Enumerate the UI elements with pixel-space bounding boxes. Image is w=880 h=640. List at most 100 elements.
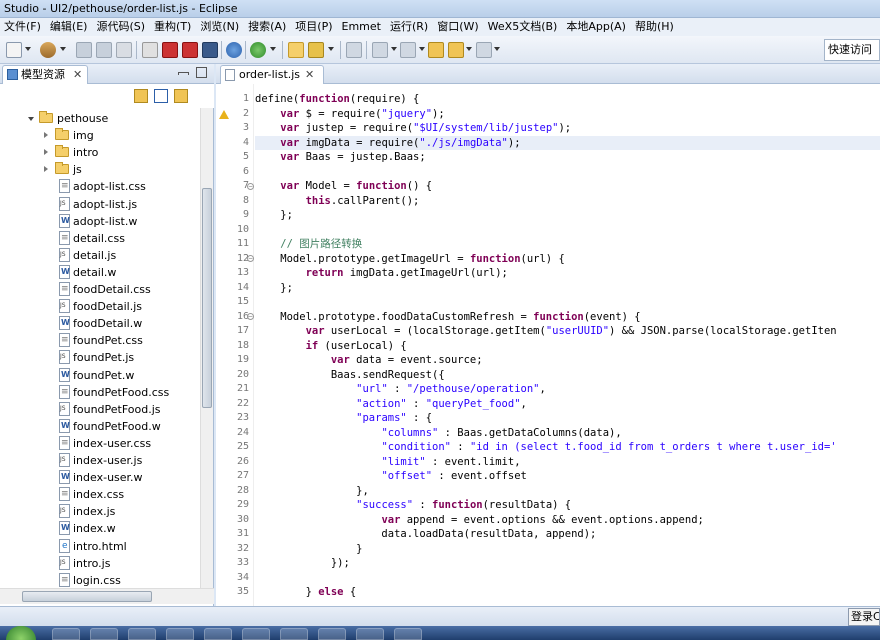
taskbar-app-icon[interactable] [280,628,308,640]
tree-file-item[interactable]: foundPetFood.w [0,418,200,435]
tree-file-item[interactable]: foundPetFood.js [0,401,200,418]
tree-file-item[interactable]: index-user.js [0,452,200,469]
tree-file-item[interactable]: intro.js [0,555,200,572]
back-icon[interactable] [448,42,464,58]
tree-file-item[interactable]: detail.w [0,264,200,281]
taskbar-app-icon[interactable] [204,628,232,640]
tree-folder-item[interactable]: pethouse [0,110,200,127]
run-dropdown-arrow[interactable] [270,47,276,51]
maximize-icon[interactable] [196,67,207,78]
expand-closed-icon[interactable] [44,132,48,139]
sync-icon[interactable] [134,89,148,103]
last-edit-icon[interactable] [428,42,444,58]
close-icon[interactable]: ✕ [73,66,82,83]
tree-file-item[interactable]: adopt-list.css [0,178,200,195]
tree-vertical-scroll-thumb[interactable] [202,188,212,408]
menu-item[interactable]: 编辑(E) [46,18,93,36]
code-area[interactable]: define(function(require) { var $ = requi… [255,84,880,606]
next-annotation-icon[interactable] [372,42,388,58]
link-editor-icon[interactable] [174,89,188,103]
run-icon[interactable] [250,42,266,58]
tab-model-resource[interactable]: 模型资源 ✕ [2,65,88,84]
tree-file-item[interactable]: foundPetFood.css [0,384,200,401]
tree-horizontal-scroll-thumb[interactable] [22,591,152,602]
collapse-all-icon[interactable] [154,89,168,103]
menu-item[interactable]: 浏览(N) [196,18,244,36]
tree-file-item[interactable]: login.css [0,572,200,588]
taskbar-app-icon[interactable] [356,628,384,640]
edit-icon[interactable] [142,42,158,58]
close-icon[interactable]: ✕ [305,66,314,83]
wand-icon[interactable] [308,42,324,58]
tree-file-item[interactable]: foodDetail.w [0,315,200,332]
next-annotation-dropdown-arrow[interactable] [391,47,397,51]
debug-icon[interactable] [226,42,242,58]
taskbar-app-icon[interactable] [166,628,194,640]
fold-toggle-icon[interactable]: − [247,313,254,320]
forward-dropdown-arrow[interactable] [494,47,500,51]
forward-icon[interactable] [476,42,492,58]
tree-file-item[interactable]: adopt-list.js [0,196,200,213]
save-icon[interactable] [76,42,92,58]
login-button[interactable]: 登录C [848,608,880,626]
save-all-icon[interactable] [96,42,112,58]
menu-item[interactable]: 重构(T) [150,18,196,36]
tree-vertical-scrollbar[interactable] [200,108,213,588]
tree-file-item[interactable]: detail.js [0,247,200,264]
tree-file-item[interactable]: index.js [0,503,200,520]
wand-dropdown-arrow[interactable] [328,47,334,51]
quick-access-field[interactable]: 快速访问 [824,39,880,61]
menu-item[interactable]: Emmet [338,18,386,36]
taskbar-app-icon[interactable] [242,628,270,640]
menu-item[interactable]: 项目(P) [291,18,337,36]
fold-toggle-icon[interactable]: − [247,182,254,190]
taskbar-app-icon[interactable] [394,628,422,640]
start-button[interactable] [6,626,36,640]
expand-closed-icon[interactable] [44,166,48,173]
tree-file-item[interactable]: detail.css [0,230,200,247]
taskbar-app-icon[interactable] [318,628,346,640]
tree-file-item[interactable]: index.css [0,486,200,503]
deploy-icon[interactable] [162,42,178,58]
deploy-all-icon[interactable] [182,42,198,58]
menu-item[interactable]: 帮助(H) [631,18,679,36]
menu-item[interactable]: 本地App(A) [562,18,631,36]
new-icon[interactable] [6,42,22,58]
taskbar-app-icon[interactable] [52,628,80,640]
tree-file-item[interactable]: foodDetail.css [0,281,200,298]
back-dropdown-arrow[interactable] [466,47,472,51]
pencil-icon[interactable] [346,42,362,58]
tree-file-item[interactable]: index-user.css [0,435,200,452]
new-dropdown-arrow[interactable] [25,47,31,51]
tree-file-item[interactable]: intro.html [0,538,200,555]
tree-file-item[interactable]: adopt-list.w [0,213,200,230]
tree-file-item[interactable]: index-user.w [0,469,200,486]
tab-order-list-js[interactable]: order-list.js ✕ [220,65,324,84]
menu-item[interactable]: 源代码(S) [92,18,150,36]
prev-annotation-dropdown-arrow[interactable] [419,47,425,51]
package-icon[interactable] [202,42,218,58]
prev-annotation-icon[interactable] [400,42,416,58]
build-dropdown-arrow[interactable] [60,47,66,51]
taskbar-app-icon[interactable] [90,628,118,640]
open-folder-icon[interactable] [288,42,304,58]
tree-folder-item[interactable]: js [0,161,200,178]
menu-item[interactable]: 窗口(W) [433,18,483,36]
expand-open-icon[interactable] [28,117,34,121]
menu-item[interactable]: 文件(F) [0,18,46,36]
tree-horizontal-scrollbar[interactable] [0,588,214,604]
tree-file-item[interactable]: foundPet.js [0,349,200,366]
fold-toggle-icon[interactable]: − [247,255,254,262]
menu-item[interactable]: WeX5文档(B) [484,18,563,36]
tree-folder-item[interactable]: intro [0,144,200,161]
tree-file-item[interactable]: foundPet.w [0,367,200,384]
menu-item[interactable]: 运行(R) [386,18,433,36]
tree-folder-item[interactable]: img [0,127,200,144]
print-icon[interactable] [116,42,132,58]
menu-item[interactable]: 搜索(A) [244,18,291,36]
expand-closed-icon[interactable] [44,149,48,156]
tree-file-item[interactable]: index.w [0,520,200,537]
warning-icon[interactable] [219,109,229,119]
tree-file-item[interactable]: foodDetail.js [0,298,200,315]
build-icon[interactable] [40,42,56,58]
